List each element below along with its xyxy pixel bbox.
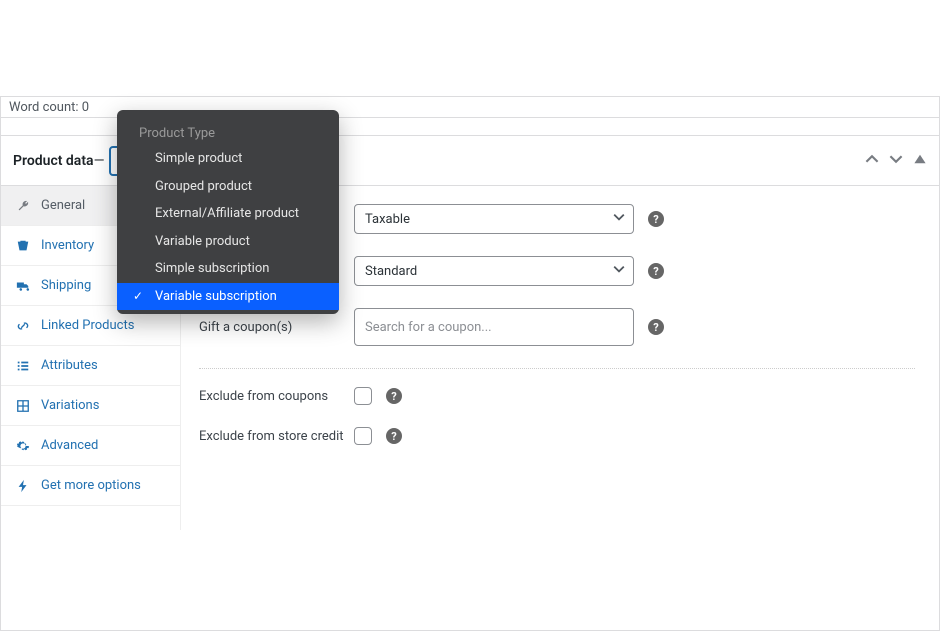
panel-header-controls	[865, 152, 927, 170]
tab-label: Shipping	[41, 278, 91, 293]
tab-attributes[interactable]: Attributes	[1, 346, 180, 386]
link-icon	[15, 319, 31, 333]
tab-label: Variations	[41, 398, 99, 413]
grid-icon	[15, 399, 31, 413]
dropdown-option-variable-subscription[interactable]: Variable subscription	[117, 283, 339, 311]
lightning-icon	[15, 479, 31, 493]
tab-label: Inventory	[41, 238, 94, 253]
tab-label: Linked Products	[41, 318, 134, 333]
tab-label: Advanced	[41, 438, 98, 453]
exclude-store-credit-checkbox[interactable]	[354, 427, 372, 445]
exclude-store-credit-row: Exclude from store credit ?	[199, 427, 915, 445]
exclude-store-credit-help-icon[interactable]: ?	[386, 428, 402, 444]
dropdown-option-external-affiliate[interactable]: External/Affiliate product	[117, 200, 339, 228]
section-divider	[199, 368, 915, 369]
tax-class-help-icon[interactable]: ?	[648, 263, 664, 279]
exclude-coupons-row: Exclude from coupons ?	[199, 387, 915, 405]
product-data-panel: Word count: 0 Product data — Genera	[0, 96, 940, 631]
tax-status-help-icon[interactable]: ?	[648, 211, 664, 227]
exclude-coupons-checkbox[interactable]	[354, 387, 372, 405]
exclude-coupons-help-icon[interactable]: ?	[386, 388, 402, 404]
move-down-icon[interactable]	[889, 152, 903, 170]
chevron-down-icon	[613, 211, 625, 227]
wrench-icon	[15, 199, 31, 213]
panel-title: Product data	[13, 153, 94, 169]
chevron-down-icon	[613, 263, 625, 279]
exclude-coupons-label: Exclude from coupons	[199, 389, 354, 404]
gift-coupon-input[interactable]: Search for a coupon...	[354, 308, 634, 346]
tab-label: Attributes	[41, 358, 98, 373]
tax-status-value: Taxable	[365, 212, 410, 227]
word-count-text: Word count: 0	[9, 100, 89, 115]
dropdown-header: Product Type	[117, 116, 339, 145]
collapse-icon[interactable]	[913, 152, 927, 170]
gear-icon	[15, 439, 31, 453]
gift-coupon-help-icon[interactable]: ?	[648, 319, 664, 335]
exclude-store-credit-label: Exclude from store credit	[199, 429, 354, 444]
gift-coupon-placeholder: Search for a coupon...	[365, 320, 492, 335]
dropdown-option-simple-subscription[interactable]: Simple subscription	[117, 255, 339, 283]
inventory-icon	[15, 239, 31, 253]
tab-get-more-options[interactable]: Get more options	[1, 466, 180, 506]
tax-class-select[interactable]: Standard	[354, 256, 634, 286]
move-up-icon[interactable]	[865, 152, 879, 170]
product-type-dropdown: Product Type Simple product Grouped prod…	[117, 110, 339, 314]
dropdown-option-simple-product[interactable]: Simple product	[117, 145, 339, 173]
tab-variations[interactable]: Variations	[1, 386, 180, 426]
dropdown-option-variable-product[interactable]: Variable product	[117, 228, 339, 256]
tab-label: General	[41, 198, 85, 213]
tax-status-select[interactable]: Taxable	[354, 204, 634, 234]
panel-title-dash: —	[94, 153, 105, 169]
list-icon	[15, 359, 31, 373]
truck-icon	[15, 279, 31, 293]
tax-class-value: Standard	[365, 264, 417, 279]
tab-advanced[interactable]: Advanced	[1, 426, 180, 466]
gift-coupon-label: Gift a coupon(s)	[199, 320, 354, 335]
tab-label: Get more options	[41, 478, 141, 493]
dropdown-option-grouped-product[interactable]: Grouped product	[117, 173, 339, 201]
